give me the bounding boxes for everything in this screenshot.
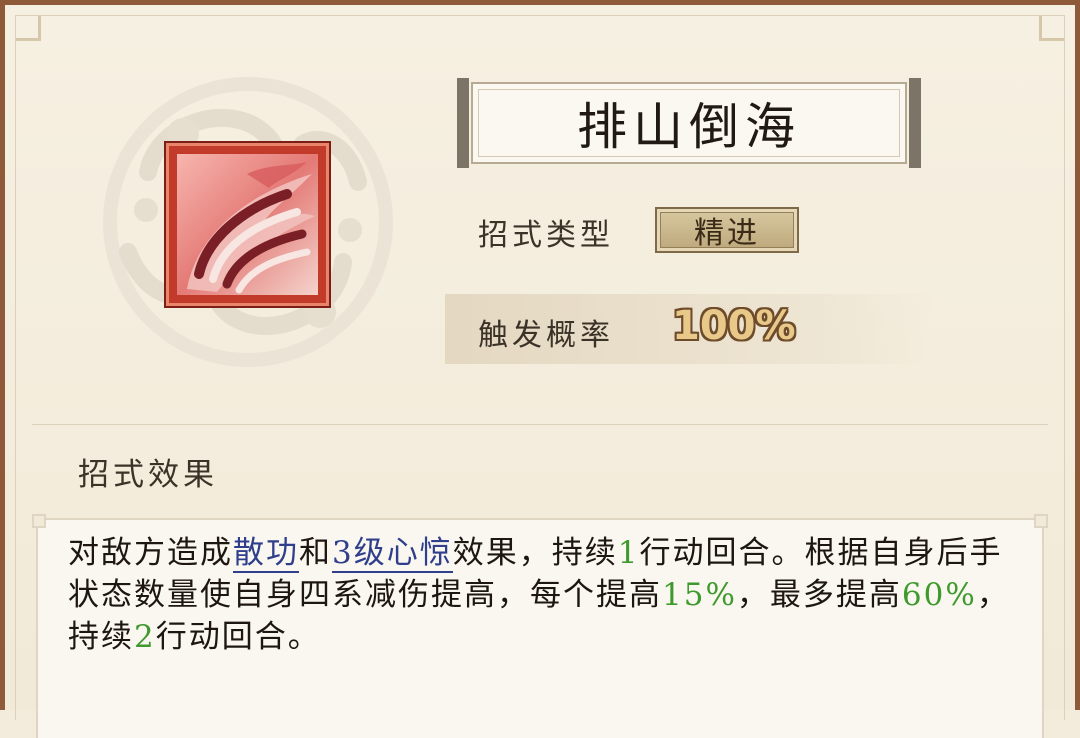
skill-type-label: 招式类型 <box>478 218 614 253</box>
desc-number: 60% <box>901 577 977 613</box>
desc-text: 对敌方造成 <box>68 535 233 571</box>
plate-bracket-left <box>457 78 469 168</box>
trigger-rate-label: 触发概率 <box>478 318 614 353</box>
desc-text: 行动回合。 <box>155 619 321 655</box>
keyword-xinjing-link[interactable]: 3级心惊 <box>332 535 453 573</box>
skill-name-plate: 排山倒海 <box>457 78 921 168</box>
desc-number: 1 <box>617 535 640 571</box>
corner-ornament-right <box>1039 16 1064 41</box>
crimson-wave-slash-icon <box>177 154 318 295</box>
keyword-sangong-link[interactable]: 散功 <box>233 535 299 573</box>
corner-ornament-left <box>16 16 41 41</box>
trigger-rate-value: 100% <box>672 303 796 349</box>
skill-type-badge: 精进 <box>655 207 799 253</box>
effect-heading: 招式效果 <box>78 457 218 493</box>
desc-number: 2 <box>134 619 156 655</box>
box-corner-right <box>1034 514 1048 528</box>
plate-bracket-right <box>909 78 921 168</box>
section-divider <box>32 424 1048 425</box>
plate-box: 排山倒海 <box>471 82 907 164</box>
desc-text: 效果，持续 <box>452 535 618 571</box>
skill-name: 排山倒海 <box>577 98 801 156</box>
desc-text: ，最多提高 <box>736 577 902 613</box>
box-corner-left <box>32 514 46 528</box>
effect-description: 对敌方造成散功和3级心惊效果，持续1行动回合。根据自身后手状态数量使自身四系减伤… <box>68 532 1018 658</box>
desc-text: 和 <box>299 535 332 571</box>
effect-description-box: 对敌方造成散功和3级心惊效果，持续1行动回合。根据自身后手状态数量使自身四系减伤… <box>32 514 1048 738</box>
skill-icon-frame[interactable] <box>166 143 329 306</box>
desc-number: 15% <box>662 577 737 613</box>
